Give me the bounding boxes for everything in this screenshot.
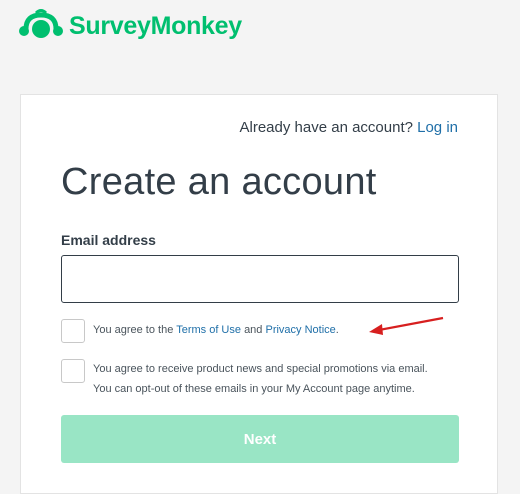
promotions-line-1: You agree to receive product news and sp… [93, 363, 428, 375]
next-button[interactable]: Next [61, 415, 459, 463]
email-field[interactable] [61, 255, 459, 303]
terms-of-use-link[interactable]: Terms of Use [176, 324, 241, 336]
terms-prefix: You agree to the [93, 324, 174, 336]
login-prompt: Already have an account? Log in [240, 119, 459, 136]
monkey-logo-icon [19, 9, 63, 38]
brand-name: SurveyMonkey [69, 11, 242, 40]
privacy-notice-link[interactable]: Privacy Notice [265, 324, 335, 336]
page-title: Create an account [61, 161, 377, 203]
email-label: Email address [61, 232, 156, 248]
login-link[interactable]: Log in [417, 119, 458, 136]
terms-and: and [244, 324, 263, 336]
promotions-text: You agree to receive product news and sp… [93, 359, 428, 399]
terms-text: You agree to the Terms of Use and Privac… [93, 320, 339, 340]
terms-suffix: . [335, 324, 339, 336]
login-prompt-text: Already have an account? [239, 119, 413, 136]
red-annotation-arrow-icon [369, 316, 444, 335]
surveymonkey-logo[interactable]: SurveyMonkey [19, 9, 242, 43]
terms-checkbox[interactable] [61, 319, 85, 343]
signup-card: Already have an account? Log in Create a… [20, 94, 498, 494]
promotions-line-2: You can opt-out of these emails in your … [93, 383, 415, 395]
promotions-checkbox[interactable] [61, 359, 85, 383]
